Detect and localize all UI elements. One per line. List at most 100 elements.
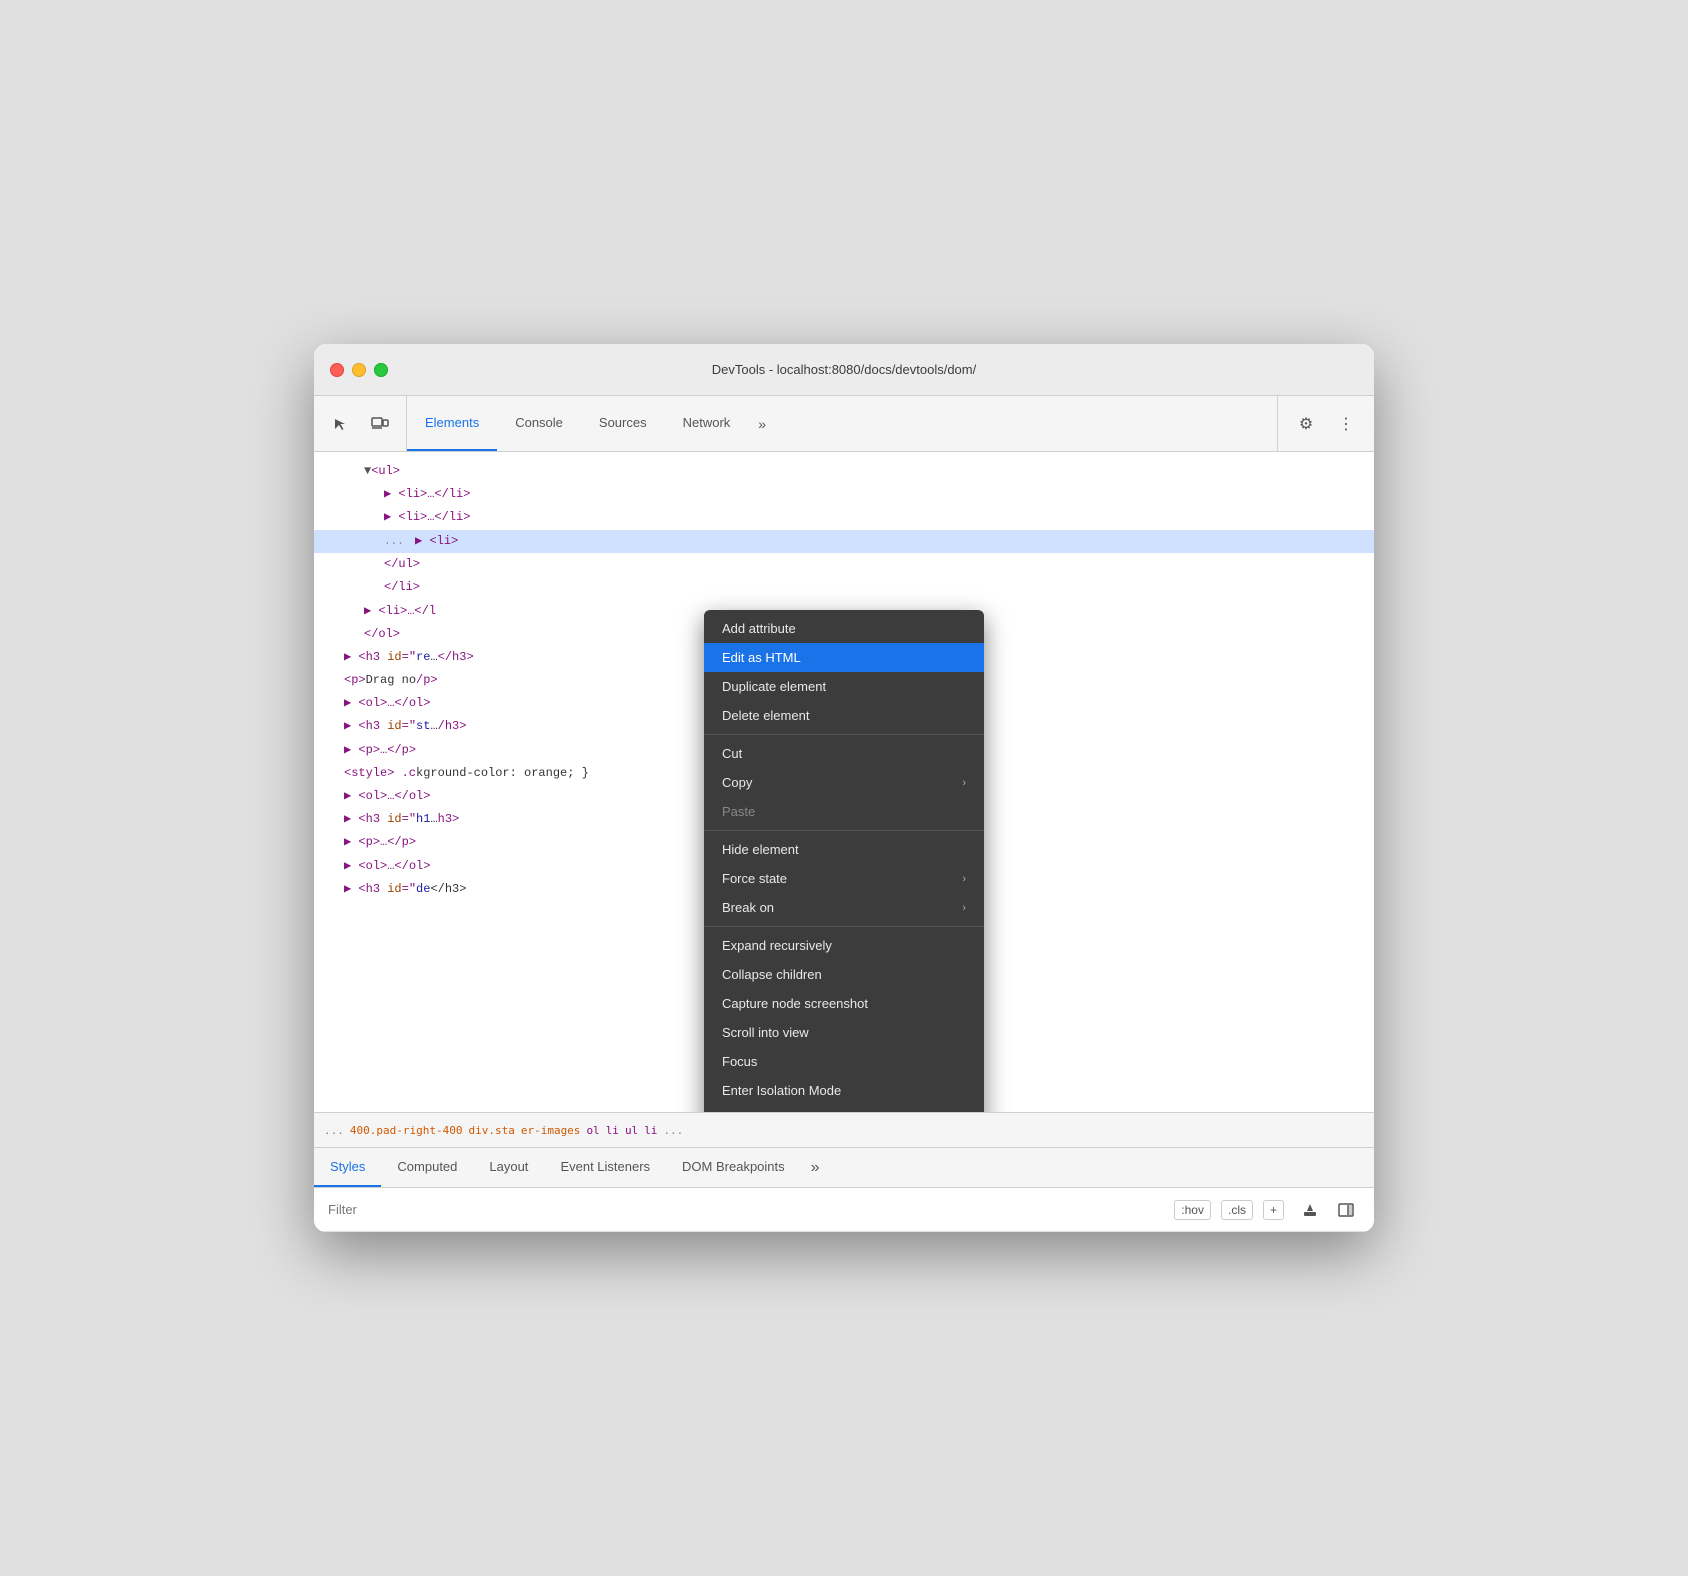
tag-content: ▶ <h3 id="h1 (344, 812, 430, 826)
filter-bar: :hov .cls + (314, 1188, 1374, 1232)
breadcrumb-item-3[interactable]: er-images (521, 1124, 581, 1137)
ctx-separator-3 (704, 926, 984, 927)
title-bar: DevTools - localhost:8080/docs/devtools/… (314, 344, 1374, 396)
ctx-paste: Paste (704, 797, 984, 826)
ctx-edit-as-html[interactable]: Edit as HTML (704, 643, 984, 672)
ctx-separator-1 (704, 734, 984, 735)
tab-sources[interactable]: Sources (581, 396, 665, 451)
tag-content: <style> .c (344, 766, 416, 780)
breadcrumb-item-5[interactable]: li (606, 1124, 619, 1137)
tag-suffix: </h3> (430, 882, 466, 896)
minimize-button[interactable] (352, 363, 366, 377)
cls-badge[interactable]: .cls (1221, 1200, 1253, 1220)
ctx-enter-isolation-mode[interactable]: Enter Isolation Mode (704, 1076, 984, 1105)
hov-badge[interactable]: :hov (1174, 1200, 1211, 1220)
tag-content: ▼<ul> (364, 464, 400, 478)
ctx-collapse-children[interactable]: Collapse children (704, 960, 984, 989)
settings-icon[interactable]: ⚙ (1290, 408, 1322, 440)
paint-icon[interactable] (1296, 1196, 1324, 1224)
ctx-copy[interactable]: Copy › (704, 768, 984, 797)
toolbar-right: ⚙ ⋮ (1277, 396, 1374, 451)
more-options-icon[interactable]: ⋮ (1330, 408, 1362, 440)
tag-content: ▶ <li>…</li> (384, 510, 470, 524)
dom-line[interactable]: ▶ <li>…</li> (314, 506, 1374, 529)
tab-dom-breakpoints[interactable]: DOM Breakpoints (666, 1148, 801, 1187)
tag-content: ▶ <h3 id="de (344, 882, 430, 896)
ctx-force-state-arrow: › (962, 873, 966, 885)
tag-content: </ul> (384, 557, 420, 571)
tag-content: ▶ <li> (415, 534, 458, 548)
tab-event-listeners[interactable]: Event Listeners (544, 1148, 666, 1187)
toolbar-left (314, 396, 407, 451)
ctx-break-on[interactable]: Break on › (704, 893, 984, 922)
dom-line[interactable]: </li> (314, 576, 1374, 599)
breadcrumb-start-dots[interactable]: ... (324, 1124, 344, 1137)
ctx-expand-recursively[interactable]: Expand recursively (704, 931, 984, 960)
ctx-cut[interactable]: Cut (704, 739, 984, 768)
tab-elements[interactable]: Elements (407, 396, 497, 451)
breadcrumb-item-4[interactable]: ol (586, 1124, 599, 1137)
ctx-focus[interactable]: Focus (704, 1047, 984, 1076)
toolbar-tabs: Elements Console Sources Network » (407, 396, 1277, 451)
dom-panel: ▼<ul> ▶ <li>…</li> ▶ <li>…</li> ... ▶ <l… (314, 452, 1374, 1112)
tag-content: </li> (384, 580, 420, 594)
dom-line-highlighted[interactable]: ... ▶ <li> (314, 530, 1374, 554)
filter-input[interactable] (328, 1202, 1162, 1217)
tag-content: </ol> (364, 627, 400, 641)
tab-styles[interactable]: Styles (314, 1148, 381, 1187)
tag-content: ▶ <p>…</p> (344, 835, 416, 849)
ctx-scroll-into-view[interactable]: Scroll into view (704, 1018, 984, 1047)
ctx-duplicate-element[interactable]: Duplicate element (704, 672, 984, 701)
ctx-badge-settings[interactable]: Badge settings... (704, 1105, 984, 1112)
maximize-button[interactable] (374, 363, 388, 377)
tag-content: ▶ <li>…</li> (384, 487, 470, 501)
more-tabs-button[interactable]: » (748, 396, 776, 451)
dom-line[interactable]: </ul> (314, 553, 1374, 576)
text-content: Drag no (366, 673, 416, 687)
tag-content: ▶ <h3 id="st (344, 719, 430, 733)
tab-computed[interactable]: Computed (381, 1148, 473, 1187)
ctx-force-state[interactable]: Force state › (704, 864, 984, 893)
breadcrumb-item-7[interactable]: li (644, 1124, 657, 1137)
filter-icons (1296, 1196, 1360, 1224)
tag-content: ▶ <ol>…</ol> (344, 696, 430, 710)
tab-console[interactable]: Console (497, 396, 581, 451)
tag-content: ▶ <p>…</p> (344, 743, 416, 757)
ctx-add-attribute[interactable]: Add attribute (704, 614, 984, 643)
tab-layout[interactable]: Layout (473, 1148, 544, 1187)
dom-line[interactable]: ▼<ul> (314, 460, 1374, 483)
dom-line[interactable]: ▶ <li>…</li> (314, 483, 1374, 506)
bottom-tabs: Styles Computed Layout Event Listeners D… (314, 1148, 1374, 1188)
tag-content: ▶ <ol>…</ol> (344, 789, 430, 803)
toolbar: Elements Console Sources Network » ⚙ ⋮ (314, 396, 1374, 452)
tag-suffix: … (430, 650, 437, 664)
breadcrumb-item-2[interactable]: div.sta (468, 1124, 514, 1137)
close-button[interactable] (330, 363, 344, 377)
tag-content: <p> (344, 673, 366, 687)
toggle-sidebar-icon[interactable] (1332, 1196, 1360, 1224)
ctx-delete-element[interactable]: Delete element (704, 701, 984, 730)
breadcrumb-item-1[interactable]: 400.pad-right-400 (350, 1124, 463, 1137)
filter-badges: :hov .cls + (1174, 1200, 1284, 1220)
add-badge[interactable]: + (1263, 1200, 1284, 1220)
window-title: DevTools - localhost:8080/docs/devtools/… (712, 362, 976, 377)
breadcrumb-end-dots[interactable]: ... (663, 1124, 683, 1137)
tab-network[interactable]: Network (665, 396, 749, 451)
traffic-lights (330, 363, 388, 377)
tag-content: ▶ <li>…</l (364, 604, 436, 618)
tag-content: ▶ <ol>…</ol> (344, 859, 430, 873)
inspect-icon[interactable] (324, 408, 356, 440)
bottom-more-tabs[interactable]: » (801, 1148, 830, 1187)
breadcrumb-item-6[interactable]: ul (625, 1124, 638, 1137)
ctx-separator-2 (704, 830, 984, 831)
style-content: kground-color: orange; } (416, 766, 589, 780)
devtools-window: DevTools - localhost:8080/docs/devtools/… (314, 344, 1374, 1232)
context-menu: Add attribute Edit as HTML Duplicate ele… (704, 610, 984, 1112)
tag-suffix: … (430, 719, 437, 733)
tag-suffix: … (430, 812, 437, 826)
dots-indicator: ... (384, 536, 404, 548)
ctx-copy-arrow: › (962, 777, 966, 789)
ctx-capture-screenshot[interactable]: Capture node screenshot (704, 989, 984, 1018)
ctx-hide-element[interactable]: Hide element (704, 835, 984, 864)
device-toggle-icon[interactable] (364, 408, 396, 440)
